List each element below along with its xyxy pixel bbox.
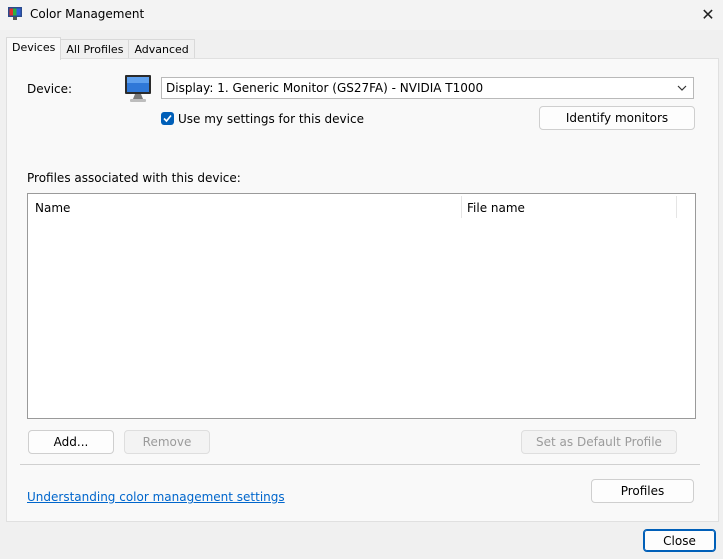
tab-devices[interactable]: Devices — [6, 37, 62, 60]
window-close-button[interactable]: ✕ — [693, 0, 723, 28]
add-profile-button[interactable]: Add... — [28, 430, 114, 454]
column-divider[interactable] — [676, 196, 677, 218]
tab-advanced[interactable]: Advanced — [128, 39, 195, 59]
tab-strip: Devices All Profiles Advanced — [6, 37, 195, 60]
profiles-list[interactable]: Name File name — [27, 193, 696, 419]
remove-profile-button[interactable]: Remove — [124, 430, 210, 454]
checkmark-icon — [163, 114, 172, 123]
close-icon: ✕ — [701, 4, 715, 24]
use-my-settings-label[interactable]: Use my settings for this device — [178, 112, 364, 126]
device-select[interactable]: Display: 1. Generic Monitor (GS27FA) - N… — [161, 77, 694, 99]
device-select-value: Display: 1. Generic Monitor (GS27FA) - N… — [166, 81, 484, 95]
monitor-icon — [125, 75, 151, 102]
set-default-profile-button[interactable]: Set as Default Profile — [521, 430, 677, 454]
title-bar: Color Management ✕ — [0, 0, 723, 30]
chevron-down-icon — [677, 85, 687, 91]
close-button[interactable]: Close — [643, 529, 716, 552]
profiles-button[interactable]: Profiles — [591, 479, 694, 503]
understanding-color-management-link[interactable]: Understanding color management settings — [27, 490, 285, 504]
tab-all-profiles[interactable]: All Profiles — [60, 39, 130, 59]
profiles-associated-label: Profiles associated with this device: — [27, 171, 241, 185]
device-label: Device: — [27, 82, 73, 96]
column-header-file-name[interactable]: File name — [467, 201, 525, 215]
window-title: Color Management — [30, 7, 145, 21]
identify-monitors-button[interactable]: Identify monitors — [539, 106, 695, 130]
use-my-settings-checkbox[interactable] — [161, 112, 174, 125]
column-divider[interactable] — [461, 196, 462, 218]
color-management-icon — [8, 7, 22, 20]
divider — [20, 464, 700, 465]
column-header-name[interactable]: Name — [35, 201, 70, 215]
